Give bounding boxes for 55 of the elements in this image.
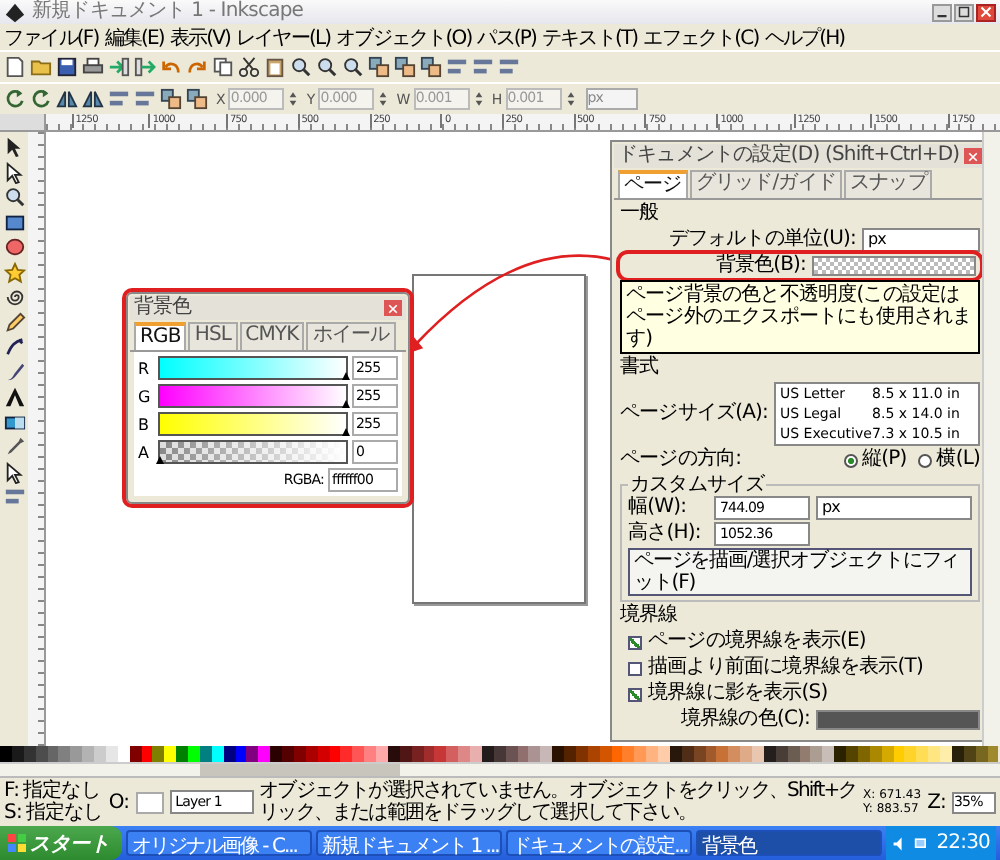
tab[interactable]: スナップ <box>843 170 933 198</box>
channel-label: G <box>138 387 152 405</box>
checkbox-option[interactable]: 境界線に影を表示(S) <box>620 682 980 706</box>
tab[interactable]: CMYK <box>239 322 305 350</box>
taskbar-button[interactable]: ドキュメントの設定... <box>506 830 693 856</box>
channel-label: A <box>138 443 151 461</box>
tab[interactable]: グリッド/ガイド <box>689 170 842 198</box>
border-color-label: 境界線の色(C): <box>680 708 810 732</box>
clock: 22:30 <box>936 832 991 854</box>
tab[interactable]: ホイール <box>306 322 396 350</box>
menu-item[interactable]: パス(P) <box>477 23 537 51</box>
stroke-label: S: <box>4 802 22 824</box>
opacity-label: O: <box>108 791 130 813</box>
height-label: 高さ(H): <box>628 522 703 546</box>
menu-item[interactable]: エフェクト(C) <box>643 23 759 51</box>
menu-item[interactable]: 編集(E) <box>104 23 164 51</box>
fill-label: F: <box>4 780 20 802</box>
orientation-label: ページの方向: <box>620 448 742 472</box>
taskbar-button[interactable]: 新規ドキュメント 1 ... <box>316 830 503 856</box>
background-color-label: 背景色(B): <box>715 254 806 278</box>
taskbar-button[interactable]: 背景色 <box>696 830 883 856</box>
menu-item[interactable]: オブジェクト(O) <box>336 23 472 51</box>
tab[interactable]: HSL <box>188 322 238 350</box>
radio-option[interactable]: 横(L) <box>918 448 980 472</box>
menu-item[interactable]: 表示(V) <box>169 23 231 51</box>
dialog-title: 背景色 <box>134 296 192 320</box>
tab[interactable]: RGB <box>134 322 187 350</box>
zoom-label: Z: <box>927 791 946 813</box>
dialog-title: ドキュメントの設定(D) (Shift+Ctrl+D) <box>618 144 960 168</box>
section-heading: 境界線 <box>620 604 680 628</box>
unit-dropdown[interactable]: px <box>816 496 972 520</box>
fit-page-button[interactable]: ページを描画/選択オブジェクトにフィット(F) <box>628 548 972 596</box>
menu-item[interactable]: ヘルプ(H) <box>764 23 845 51</box>
fill-value: 指定なし <box>23 780 100 802</box>
width-label: 幅(W): <box>628 496 689 520</box>
page-size-label: ページサイズ(A): <box>620 402 769 426</box>
status-message: オブジェクトが選択されていません。オブジェクトをクリック、Shift+クリック、または範囲をドラッグして選択して下さい。 <box>259 780 858 824</box>
group-label: カスタムサイズ <box>628 474 767 496</box>
channel-label: R <box>138 359 151 377</box>
radio-option[interactable]: 縦(P) <box>843 448 907 472</box>
channel-label: B <box>138 415 151 433</box>
menu-item[interactable]: テキスト(T) <box>542 23 638 51</box>
checkbox-option[interactable]: 描画より前面に境界線を表示(T) <box>620 656 980 680</box>
tooltip: ページ背景の色と不透明度(この設定はページ外のエクスポートにも使用されます) <box>620 280 980 354</box>
menu-item[interactable]: レイヤー(L) <box>236 23 331 51</box>
unit-label: デフォルトの単位(U): <box>668 228 856 252</box>
stroke-value: 指定なし <box>25 802 103 824</box>
unit-dropdown[interactable]: px <box>862 228 980 252</box>
section-heading: 一般 <box>620 202 661 226</box>
section-heading: 書式 <box>620 356 661 380</box>
menu-item[interactable]: ファイル(F) <box>4 23 99 51</box>
tab[interactable]: ページ <box>618 170 688 198</box>
start-button[interactable]: スタート <box>0 826 122 860</box>
taskbar-button[interactable]: オリジナル画像 - C... <box>126 830 313 856</box>
checkbox-option[interactable]: ページの境界線を表示(E) <box>620 630 980 654</box>
